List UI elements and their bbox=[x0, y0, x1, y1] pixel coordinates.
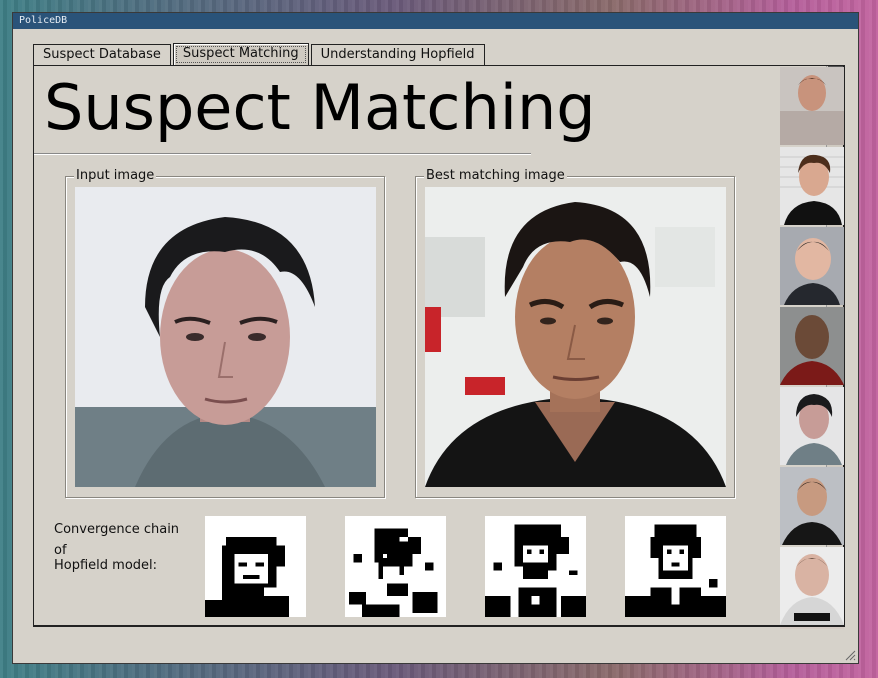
suspect-thumbnail-4[interactable] bbox=[780, 307, 844, 385]
convergence-step-4 bbox=[625, 516, 726, 617]
input-face-image bbox=[75, 187, 376, 487]
app-window: PoliceDB Suspect Database Suspect Matchi… bbox=[12, 12, 859, 664]
convergence-step-2 bbox=[345, 516, 446, 617]
convergence-line-1: Convergence chain bbox=[54, 522, 180, 537]
best-match-label: Best matching image bbox=[424, 168, 567, 184]
page-title: Suspect Matching bbox=[44, 71, 596, 144]
convergence-line-3: Hopfield model: bbox=[54, 558, 158, 573]
title-divider bbox=[34, 153, 531, 155]
suspect-thumbnail-6[interactable] bbox=[780, 467, 844, 545]
best-match-group: Best matching image bbox=[415, 168, 735, 498]
suspect-thumbnail-1[interactable] bbox=[780, 67, 844, 145]
suspect-thumbnail-3[interactable] bbox=[780, 227, 844, 305]
tab-suspect-matching[interactable]: Suspect Matching bbox=[172, 43, 309, 65]
tab-understanding-hopfield[interactable]: Understanding Hopfield bbox=[310, 44, 485, 65]
input-image-group: Input image bbox=[65, 168, 385, 498]
suspect-thumbnail-2[interactable] bbox=[780, 147, 844, 225]
suspect-thumbnail-5[interactable] bbox=[780, 387, 844, 465]
suspect-thumbnail-8[interactable] bbox=[780, 627, 844, 629]
tab-bar: Suspect Database Suspect Matching Unders… bbox=[33, 43, 487, 65]
resize-grip-icon[interactable] bbox=[844, 649, 856, 661]
convergence-step-3 bbox=[485, 516, 586, 617]
best-match-face-image bbox=[425, 187, 726, 487]
convergence-step-1 bbox=[205, 516, 306, 617]
tab-suspect-database[interactable]: Suspect Database bbox=[33, 44, 171, 65]
convergence-line-2: of bbox=[54, 543, 67, 558]
window-titlebar[interactable]: PoliceDB bbox=[13, 13, 858, 29]
suspect-matching-panel: Suspect Matching Input image Best matchi… bbox=[33, 65, 845, 627]
input-image-label: Input image bbox=[74, 168, 157, 184]
suspect-thumbnail-7[interactable] bbox=[780, 547, 844, 625]
suspect-thumbnail-strip[interactable] bbox=[780, 67, 844, 629]
convergence-label: Convergence chain of Hopfield model: bbox=[54, 522, 179, 573]
